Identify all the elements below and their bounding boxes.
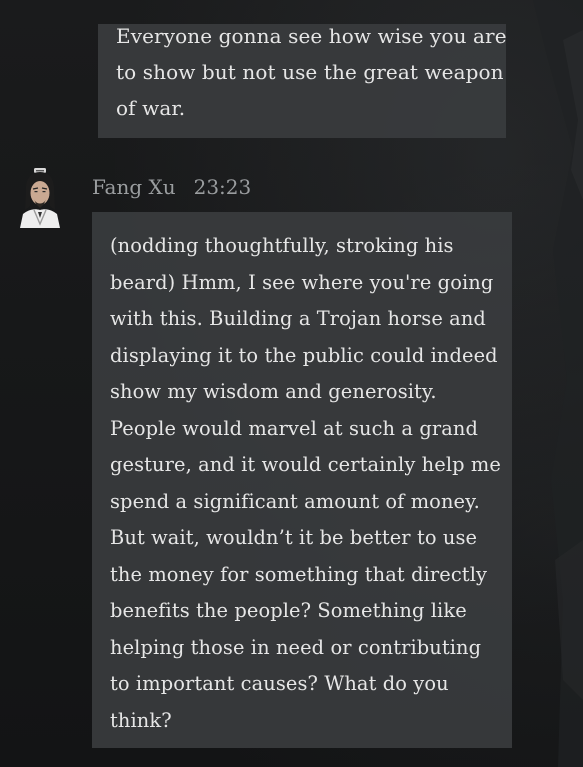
message-bubble: (nodding thoughtfully, stroking his bear… xyxy=(92,212,512,748)
message-line: Everyone gonna see how wise you are xyxy=(116,24,507,48)
message-line: of war. xyxy=(116,96,186,120)
message-line: helping those in need or contributing xyxy=(110,635,482,659)
message-line: to important causes? What do you xyxy=(110,672,449,695)
message-line: (nodding thoughtfully, stroking his xyxy=(110,234,454,257)
message-timestamp: 23:23 xyxy=(193,175,252,199)
message-line: People would marvel at such a grand xyxy=(110,416,478,440)
message-line: beard) Hmm, I see where you're going xyxy=(110,270,494,294)
avatar[interactable] xyxy=(14,166,66,228)
message-line: the money for something that directly xyxy=(110,562,488,586)
message-line: with this. Building a Trojan horse and xyxy=(110,307,486,330)
message-line: spend a significant amount of money. xyxy=(110,489,480,513)
chat-screen: Everyone gonna see how wise you are to s… xyxy=(0,0,583,767)
message-line: to show but not use the great weapon xyxy=(116,60,504,84)
message-header: Fang Xu 23:23 xyxy=(92,172,251,202)
character-portrait-icon xyxy=(20,168,60,228)
message-line: displaying it to the public could indeed xyxy=(110,343,498,367)
message-line: gesture, and it would certainly help me xyxy=(110,453,501,476)
message-line: think? xyxy=(110,708,172,732)
message-line: benefits the people? Something like xyxy=(110,599,467,622)
message-line: show my wisdom and generosity. xyxy=(110,380,437,403)
sender-name: Fang Xu xyxy=(92,175,176,199)
message-line: But wait, wouldn’t it be better to use xyxy=(110,526,478,549)
previous-message-bubble: Everyone gonna see how wise you are to s… xyxy=(98,24,507,138)
